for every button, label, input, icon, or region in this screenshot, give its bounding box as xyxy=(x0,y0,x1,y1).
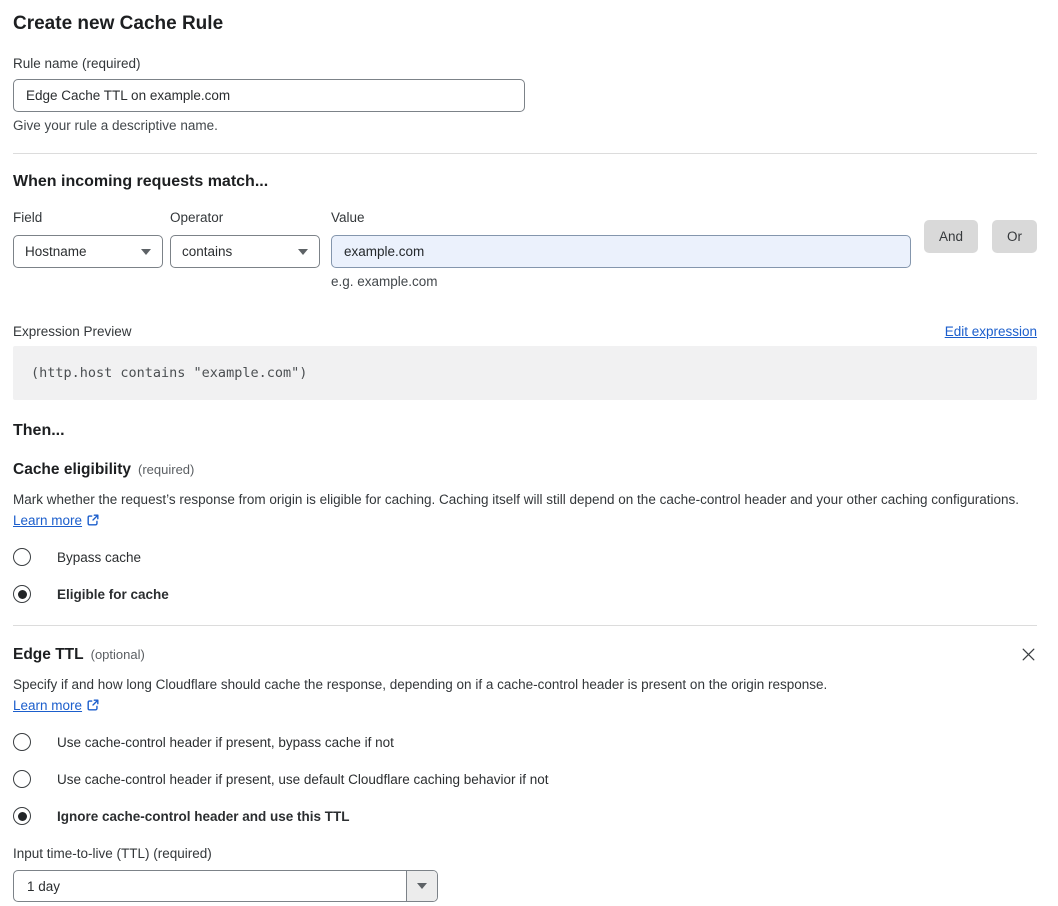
or-button[interactable]: Or xyxy=(992,220,1037,253)
ttl-combobox-value: 1 day xyxy=(27,878,61,894)
page-title: Create new Cache Rule xyxy=(13,13,224,34)
operator-label: Operator xyxy=(170,210,224,225)
edge-ttl-heading: Edge TTL xyxy=(13,646,84,663)
section-divider xyxy=(13,153,1037,154)
value-helper: e.g. example.com xyxy=(331,274,438,289)
close-icon[interactable] xyxy=(1020,646,1037,663)
expression-preview-label: Expression Preview xyxy=(13,324,132,339)
external-link-icon xyxy=(86,697,100,718)
rule-name-helper: Give your rule a descriptive name. xyxy=(13,118,218,133)
cache-eligibility-heading-row: Cache eligibility (required) xyxy=(13,460,1037,479)
edge-ttl-description: Specify if and how long Cloudflare shoul… xyxy=(13,674,851,718)
cache-eligibility-heading: Cache eligibility xyxy=(13,461,132,478)
edit-expression-link[interactable]: Edit expression xyxy=(945,324,1037,339)
and-button[interactable]: And xyxy=(923,220,978,253)
radio-bypass-cache[interactable]: Bypass cache xyxy=(13,548,1037,566)
chevron-down-icon xyxy=(298,248,308,255)
match-section-heading: When incoming requests match... xyxy=(13,173,269,190)
ttl-input-label: Input time-to-live (TTL) (required) xyxy=(13,846,212,861)
radio-icon xyxy=(13,585,31,603)
radio-eligible-for-cache[interactable]: Eligible for cache xyxy=(13,585,1037,603)
expression-preview-row: Expression Preview Edit expression xyxy=(13,324,1037,339)
radio-icon xyxy=(13,770,31,788)
external-link-icon xyxy=(86,512,100,533)
radio-label: Eligible for cache xyxy=(57,586,169,602)
operator-select[interactable]: contains xyxy=(170,235,320,268)
value-input[interactable] xyxy=(331,235,911,268)
edge-ttl-optional-label: (optional) xyxy=(90,647,145,662)
then-heading: Then... xyxy=(13,422,65,439)
cache-eligibility-learn-more-link[interactable]: Learn more xyxy=(13,513,82,528)
create-cache-rule-form: Create new Cache Rule Rule name (require… xyxy=(13,0,1037,902)
radio-icon xyxy=(13,733,31,751)
radio-use-header-default[interactable]: Use cache-control header if present, use… xyxy=(13,770,1037,788)
edge-ttl-description-text: Specify if and how long Cloudflare shoul… xyxy=(13,677,828,692)
cache-eligibility-description: Mark whether the request’s response from… xyxy=(13,489,1025,533)
ttl-combobox[interactable]: 1 day xyxy=(13,870,438,902)
ttl-combobox-dropdown-button[interactable] xyxy=(406,871,437,901)
radio-label: Ignore cache-control header and use this… xyxy=(57,808,350,824)
match-condition-row: Field Hostname Operator contains Value e… xyxy=(13,210,1037,290)
cache-eligibility-description-text: Mark whether the request’s response from… xyxy=(13,492,1020,507)
radio-use-header-bypass[interactable]: Use cache-control header if present, byp… xyxy=(13,733,1037,751)
rule-name-label: Rule name (required) xyxy=(13,56,141,71)
radio-label: Use cache-control header if present, byp… xyxy=(57,734,394,750)
edge-ttl-learn-more-link[interactable]: Learn more xyxy=(13,698,82,713)
radio-ignore-header-use-ttl[interactable]: Ignore cache-control header and use this… xyxy=(13,807,1037,825)
field-label: Field xyxy=(13,210,43,225)
operator-select-value: contains xyxy=(182,244,233,259)
field-select-value: Hostname xyxy=(25,244,87,259)
chevron-down-icon xyxy=(141,248,151,255)
radio-label: Use cache-control header if present, use… xyxy=(57,771,549,787)
edge-ttl-heading-row: Edge TTL (optional) xyxy=(13,645,1037,664)
chevron-down-icon xyxy=(417,883,427,889)
value-label: Value xyxy=(331,210,365,225)
cache-eligibility-required-label: (required) xyxy=(138,462,195,477)
radio-label: Bypass cache xyxy=(57,549,142,565)
radio-icon xyxy=(13,548,31,566)
field-select[interactable]: Hostname xyxy=(13,235,163,268)
radio-icon xyxy=(13,807,31,825)
rule-name-input[interactable] xyxy=(13,79,525,112)
section-divider xyxy=(13,625,1037,626)
expression-code: (http.host contains "example.com") xyxy=(13,346,1037,400)
